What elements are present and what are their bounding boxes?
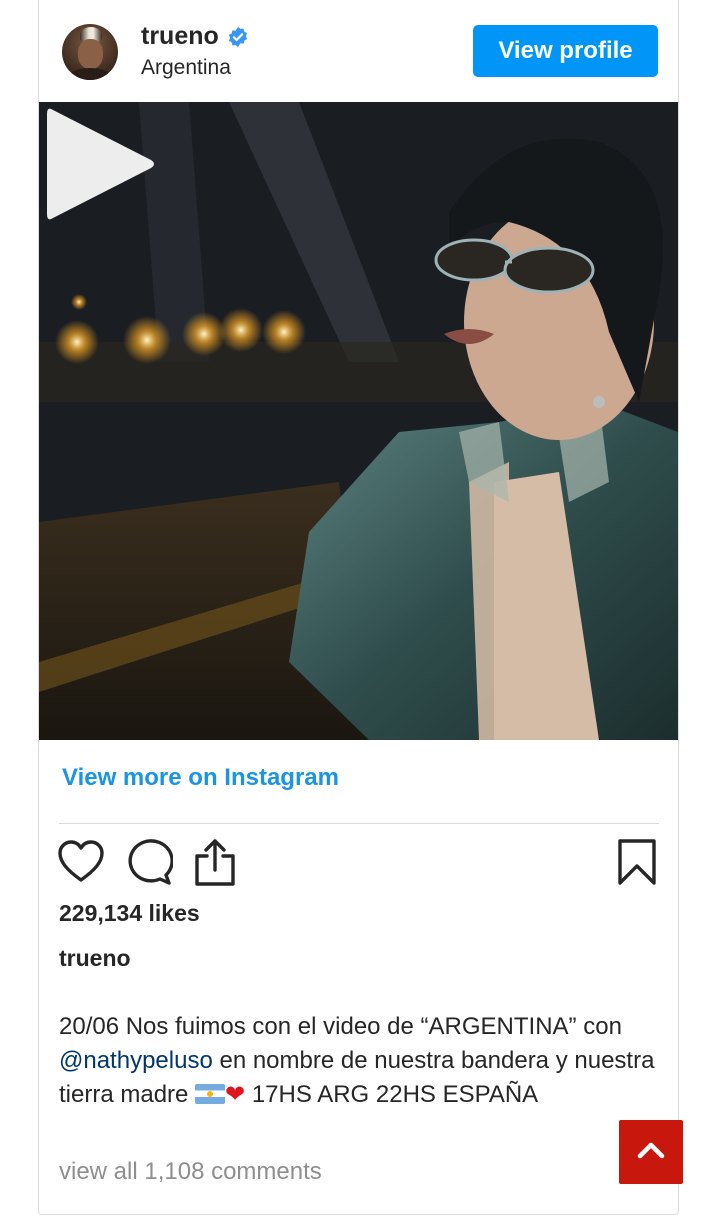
profile-username[interactable]: trueno <box>141 22 249 51</box>
chevron-up-icon <box>637 1142 665 1159</box>
red-heart-icon: ❤ <box>225 1081 246 1108</box>
post-caption: 20/06 Nos fuimos con el video de “ARGENT… <box>59 1010 665 1112</box>
profile-location[interactable]: Argentina <box>141 56 231 80</box>
argentina-flag-icon <box>195 1084 226 1104</box>
username-text[interactable]: trueno <box>141 22 219 51</box>
play-icon[interactable] <box>39 102 159 226</box>
action-bar <box>39 838 678 888</box>
profile-avatar[interactable] <box>62 24 118 80</box>
scroll-to-top-button[interactable] <box>619 1120 683 1184</box>
caption-text: 20/06 Nos fuimos con el video de “ARGENT… <box>59 1013 622 1040</box>
heart-icon[interactable] <box>57 838 105 886</box>
view-profile-button[interactable]: View profile <box>473 25 658 77</box>
share-icon[interactable] <box>191 838 239 886</box>
view-all-comments-link[interactable]: view all 1,108 comments <box>59 1158 322 1186</box>
verified-badge-icon <box>228 26 247 47</box>
bookmark-icon[interactable] <box>613 838 661 886</box>
caption-username[interactable]: trueno <box>59 945 131 972</box>
comment-icon[interactable] <box>125 838 173 886</box>
view-more-on-instagram-link[interactable]: View more on Instagram <box>62 764 339 792</box>
video-thumbnail[interactable] <box>39 102 678 740</box>
likes-count[interactable]: 229,134 likes <box>59 900 200 927</box>
instagram-embed-card: trueno Argentina View profile View more … <box>38 0 679 1215</box>
divider <box>59 823 659 824</box>
post-header: trueno Argentina View profile <box>39 0 678 102</box>
caption-text: 17HS ARG 22HS ESPAÑA <box>245 1081 539 1108</box>
mention-link[interactable]: @nathypeluso <box>59 1047 213 1074</box>
